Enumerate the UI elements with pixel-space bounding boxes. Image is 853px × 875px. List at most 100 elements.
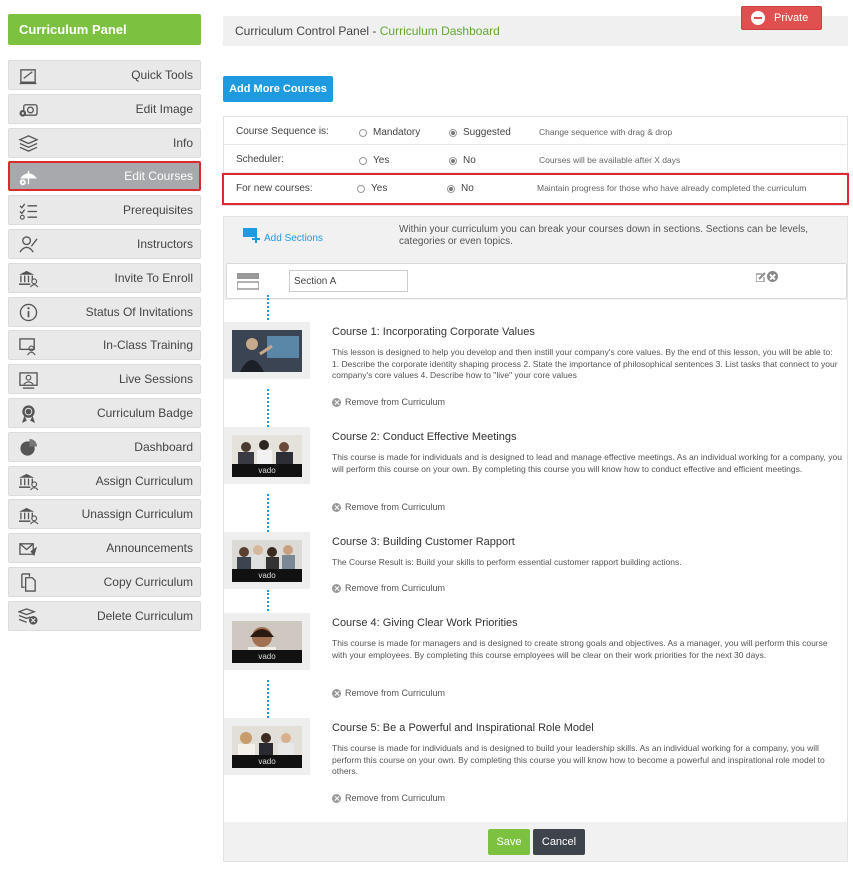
remove-icon xyxy=(332,583,341,593)
section-drag-icon[interactable] xyxy=(237,273,259,291)
remove-label: Remove from Curriculum xyxy=(345,502,446,512)
course-item[interactable]: vado Course 4: Giving Clear Work Priorit… xyxy=(224,613,847,708)
setting-label: For new courses: xyxy=(236,183,313,194)
radio-option[interactable]: Suggested xyxy=(449,127,511,138)
private-button[interactable]: Private xyxy=(741,6,822,30)
course-image: vado xyxy=(232,540,302,582)
info-stack-icon xyxy=(17,134,39,154)
checklist-icon xyxy=(17,201,39,221)
course-thumbnail[interactable]: vado xyxy=(224,427,310,484)
course-name: Incorporating Corporate Values xyxy=(382,326,535,338)
add-sections-label: Add Sections xyxy=(264,233,323,244)
sidebar-item-unassign-curriculum[interactable]: Unassign Curriculum xyxy=(8,499,201,530)
cancel-button[interactable]: Cancel xyxy=(533,829,585,855)
section-name-input[interactable] xyxy=(289,270,408,292)
radio-button-checked[interactable] xyxy=(449,156,457,165)
radio-button-checked[interactable] xyxy=(447,184,455,193)
course-image: vado xyxy=(232,621,302,663)
sidebar-item-announcements[interactable]: Announcements xyxy=(8,533,201,564)
sidebar-item-quick-tools[interactable]: Quick Tools xyxy=(8,60,201,90)
setting-note: Courses will be available after X days xyxy=(539,155,681,165)
remove-from-curriculum-button[interactable]: Remove from Curriculum xyxy=(332,502,445,512)
course-thumbnail[interactable] xyxy=(224,322,310,379)
sidebar-item-label: Status Of Invitations xyxy=(85,304,193,319)
add-section-icon xyxy=(243,228,260,243)
radio-option[interactable]: Yes xyxy=(359,155,389,166)
sections-panel: Add Sections Within your curriculum you … xyxy=(223,216,848,862)
delete-section-icon[interactable] xyxy=(767,271,778,282)
remove-label: Remove from Curriculum xyxy=(345,793,446,803)
add-sections-button[interactable]: Add Sections xyxy=(242,225,323,244)
radio-button[interactable] xyxy=(359,156,367,165)
radio-button[interactable] xyxy=(359,128,367,137)
sidebar-item-copy-curriculum[interactable]: Copy Curriculum xyxy=(8,566,201,597)
radio-option[interactable]: No xyxy=(449,155,476,166)
setting-label: Course Sequence is: xyxy=(236,126,329,137)
setting-note: Change sequence with drag & drop xyxy=(539,127,673,137)
sidebar-item-edit-image[interactable]: Edit Image xyxy=(8,93,201,124)
radio-option[interactable]: No xyxy=(447,183,474,194)
radio-label: No xyxy=(463,155,476,166)
radio-button[interactable] xyxy=(357,184,365,193)
sidebar-item-invite-to-enroll[interactable]: Invite To Enroll xyxy=(8,262,201,293)
institution-user-icon xyxy=(17,505,39,525)
radio-option[interactable]: Yes xyxy=(357,183,387,194)
sidebar-item-assign-curriculum[interactable]: Assign Curriculum xyxy=(8,465,201,496)
edit-icon[interactable] xyxy=(756,272,766,282)
remove-from-curriculum-button[interactable]: Remove from Curriculum xyxy=(332,793,445,803)
sidebar-item-delete-curriculum[interactable]: Delete Curriculum xyxy=(8,600,201,631)
course-thumbnail[interactable]: vado xyxy=(224,613,310,670)
sidebar-item-label: In-Class Training xyxy=(102,338,193,353)
course-title: Course 5: Be a Powerful and Inspirationa… xyxy=(332,722,594,734)
sidebar-item-info[interactable]: Info xyxy=(8,127,201,158)
save-button[interactable]: Save xyxy=(488,829,530,855)
sidebar-item-in-class-training[interactable]: In-Class Training xyxy=(8,330,201,361)
sidebar-item-label: Copy Curriculum xyxy=(103,574,193,589)
radio-label: Yes xyxy=(371,183,388,194)
course-thumbnail[interactable]: vado xyxy=(224,718,310,775)
sidebar-item-edit-courses[interactable]: Edit Courses xyxy=(8,161,201,192)
sidebar-title: Curriculum Panel xyxy=(8,14,201,45)
sidebar-item-label: Invite To Enroll xyxy=(114,270,194,285)
course-image-caption: vado xyxy=(232,650,302,663)
course-name: Be a Powerful and Inspirational Role Mod… xyxy=(382,722,594,734)
settings-table: Course Sequence is: Mandatory Suggested … xyxy=(222,116,849,206)
remove-from-curriculum-button[interactable]: Remove from Curriculum xyxy=(332,583,445,593)
remove-from-curriculum-button[interactable]: Remove from Curriculum xyxy=(332,688,445,698)
sidebar-item-label: Unassign Curriculum xyxy=(81,507,193,522)
add-more-courses-button[interactable]: Add More Courses xyxy=(223,76,333,102)
sidebar-item-live-sessions[interactable]: Live Sessions xyxy=(8,364,201,395)
sidebar-item-instructors[interactable]: Instructors xyxy=(8,228,201,259)
radio-option[interactable]: Mandatory xyxy=(359,127,420,138)
remove-from-curriculum-button[interactable]: Remove from Curriculum xyxy=(332,397,445,407)
course-title: Course 4: Giving Clear Work Priorities xyxy=(332,617,518,629)
course-thumbnail[interactable]: vado xyxy=(224,532,310,589)
remove-icon xyxy=(332,502,341,512)
sections-note: Within your curriculum you can break you… xyxy=(399,224,809,247)
sidebar-item-status-of-invitations[interactable]: Status Of Invitations xyxy=(8,296,201,327)
course-item[interactable]: vado Course 3: Building Customer Rapport… xyxy=(224,532,847,604)
course-description: This course is made for individuals and … xyxy=(332,743,825,776)
course-item[interactable]: Course 1: Incorporating Corporate Values… xyxy=(224,322,847,417)
sidebar-item-curriculum-badge[interactable]: Curriculum Badge xyxy=(8,397,201,428)
form-actions: Save Cancel xyxy=(224,821,847,861)
course-image-caption: vado xyxy=(232,464,302,477)
info-circle-icon xyxy=(17,303,39,323)
setting-row-course-sequence: Course Sequence is: Mandatory Suggested … xyxy=(224,117,847,145)
section-row[interactable] xyxy=(226,263,847,299)
course-item[interactable]: vado Course 5: Be a Powerful and Inspira… xyxy=(224,718,847,813)
radio-button-checked[interactable] xyxy=(449,128,457,137)
remove-label: Remove from Curriculum xyxy=(345,397,446,407)
quick-tools-icon xyxy=(17,66,39,86)
sidebar-item-label: Assign Curriculum xyxy=(95,473,193,488)
sidebar-item-dashboard[interactable]: Dashboard xyxy=(8,431,201,462)
course-title: Course 3: Building Customer Rapport xyxy=(332,536,515,548)
pie-chart-icon xyxy=(17,438,39,458)
sidebar-item-prerequisites[interactable]: Prerequisites xyxy=(8,195,201,226)
breadcrumb-current[interactable]: Curriculum Dashboard xyxy=(380,24,500,38)
course-description: This course is made for individuals and … xyxy=(332,452,842,474)
course-name: Conduct Effective Meetings xyxy=(382,431,517,443)
setting-label: Scheduler: xyxy=(236,154,284,165)
radio-label: Mandatory xyxy=(373,127,421,138)
course-item[interactable]: vado Course 2: Conduct Effective Meeting… xyxy=(224,427,847,522)
